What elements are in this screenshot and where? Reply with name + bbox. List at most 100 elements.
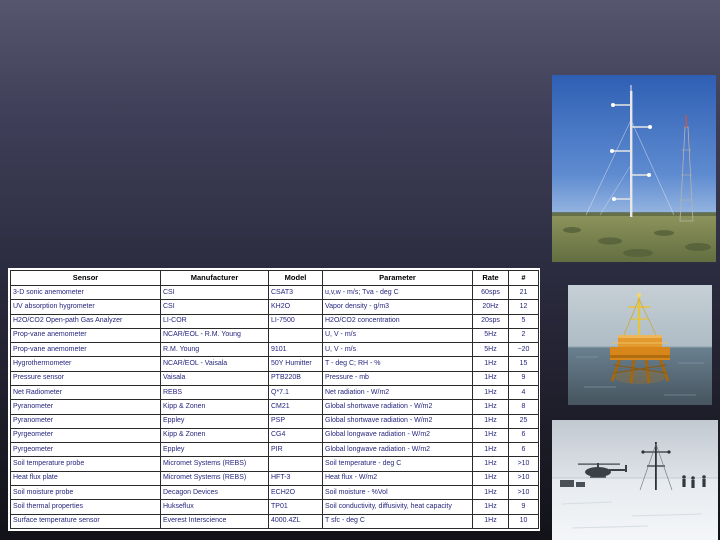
cell-parameter: U, V - m/s <box>322 342 473 358</box>
cell-parameter: H2O/CO2 concentration <box>322 313 473 329</box>
column-header-rate: Rate <box>472 270 509 286</box>
cell-: 6 <box>508 442 539 458</box>
cell-rate: 60sps <box>472 284 509 301</box>
platform-deck <box>610 335 670 360</box>
cell-model: TP01 <box>268 499 323 515</box>
photo-ocean-platform <box>568 285 712 405</box>
cell-parameter: Heat flux - W/m2 <box>322 470 473 486</box>
table-row: Prop-vane anemometer R.M. Young 9101 U, V -… <box>10 342 539 358</box>
ocean-platform-illustration <box>568 285 712 405</box>
cell-: 9 <box>508 370 539 386</box>
cell-sensor: H2O/CO2 Open-path Gas Analyzer <box>10 313 161 329</box>
cell-model <box>268 456 323 472</box>
cell-model: Q*7.1 <box>268 384 323 401</box>
cell-model: 4000.4ZL <box>268 513 323 529</box>
cell-parameter: Soil temperature - deg C <box>322 456 473 472</box>
table-row: Surface temperature sensor Everest Inters… <box>10 513 539 529</box>
column-header-: # <box>508 270 539 286</box>
column-header-model: Model <box>268 270 323 286</box>
cell-manufacturer: Kipp & Zonen <box>160 399 269 415</box>
table-row: Pyranometer Kipp & Zonen CM21 Global shortw… <box>10 399 539 415</box>
cell-parameter: Soil conductivity, diffusivity, heat cap… <box>322 499 473 515</box>
table-row: Hygrothermometer NCAR/EOL - Vaisala 50Y Hu… <box>10 356 539 372</box>
table-row: Soil temperature probe Micromet Systems (… <box>10 456 539 472</box>
cell-model: PTB220B <box>268 370 323 386</box>
cell-manufacturer: Decagon Devices <box>160 484 269 501</box>
slide: Sensor Manufacturer Model Parameter Rate # 3-… <box>0 0 720 540</box>
cell-: 8 <box>508 399 539 415</box>
cell-: 6 <box>508 427 539 444</box>
cell-sensor: Pyranometer <box>10 413 161 429</box>
sensor-table-grid: Sensor Manufacturer Model Parameter Rate # 3-… <box>10 270 539 529</box>
cell-manufacturer: R.M. Young <box>160 342 269 358</box>
cell-rate: 1Hz <box>472 499 509 515</box>
cell-manufacturer: Kipp & Zonen <box>160 427 269 444</box>
table-row: H2O/CO2 Open-path Gas Analyzer LI-COR LI-7… <box>10 313 539 329</box>
cell-rate: 5Hz <box>472 342 509 358</box>
cell-rate: 5Hz <box>472 327 509 344</box>
cell-manufacturer: NCAR/EOL - Vaisala <box>160 356 269 372</box>
cell-: 21 <box>508 284 539 301</box>
cell-rate: 20sps <box>472 313 509 329</box>
table-row: Pressure sensor Vaisala PTB220B Pressure - … <box>10 370 539 386</box>
cell-model: CM21 <box>268 399 323 415</box>
cell-manufacturer: LI-COR <box>160 313 269 329</box>
cell-sensor: Pyranometer <box>10 399 161 415</box>
cell-sensor: Soil thermal properties <box>10 499 161 515</box>
table-row: Net Radiometer REBS Q*7.1 Net radiation - W… <box>10 384 539 401</box>
cell-rate: 1Hz <box>472 470 509 486</box>
cell-model: PIR <box>268 442 323 458</box>
cell-rate: 1Hz <box>472 484 509 501</box>
cell-sensor: Pressure sensor <box>10 370 161 386</box>
cell-manufacturer: CSI <box>160 299 269 315</box>
cell-: >10 <box>508 456 539 472</box>
cell-manufacturer: REBS <box>160 384 269 401</box>
cell-manufacturer: Everest Interscience <box>160 513 269 529</box>
cell-sensor: Soil moisture probe <box>10 484 161 501</box>
cell-parameter: Net radiation - W/m2 <box>322 384 473 401</box>
snow-site-illustration <box>552 420 718 540</box>
cell-: 10 <box>508 513 539 529</box>
cell-model: KH2O <box>268 299 323 315</box>
cell-rate: 1Hz <box>472 384 509 401</box>
cell-manufacturer: Eppley <box>160 413 269 429</box>
cell-manufacturer: Vaisala <box>160 370 269 386</box>
cell-model: 9101 <box>268 342 323 358</box>
cell-: ~20 <box>508 342 539 358</box>
cell-: 12 <box>508 299 539 315</box>
table-row: Heat flux plate Micromet Systems (REBS) HF… <box>10 470 539 486</box>
cell-rate: 1Hz <box>472 370 509 386</box>
table-row: Pyranometer Eppley PSP Global shortwave rad… <box>10 413 539 429</box>
cell-parameter: Pressure - mb <box>322 370 473 386</box>
cell-sensor: Heat flux plate <box>10 470 161 486</box>
cell-parameter: Soil moisture - %Vol <box>322 484 473 501</box>
cell-parameter: Global longwave radiation - W/m2 <box>322 442 473 458</box>
cell-: >10 <box>508 470 539 486</box>
cell-sensor: Prop-vane anemometer <box>10 327 161 344</box>
cell-rate: 1Hz <box>472 442 509 458</box>
cell-parameter: Global shortwave radiation - W/m2 <box>322 399 473 415</box>
cell-sensor: Net Radiometer <box>10 384 161 401</box>
column-header-parameter: Parameter <box>322 270 473 286</box>
cell-sensor: Pyrgeometer <box>10 442 161 458</box>
sensor-table: Sensor Manufacturer Model Parameter Rate # 3-… <box>8 268 540 531</box>
table-header-row: Sensor Manufacturer Model Parameter Rate # <box>10 270 539 286</box>
cell-manufacturer: NCAR/EOL - R.M. Young <box>160 327 269 344</box>
cell-: >10 <box>508 484 539 501</box>
cell-model: HFT-3 <box>268 470 323 486</box>
cell-sensor: Soil temperature probe <box>10 456 161 472</box>
table-row: Pyrgeometer Eppley PIR Global longwave radi… <box>10 442 539 458</box>
cell-parameter: Vapor density - g/m3 <box>322 299 473 315</box>
column-header-sensor: Sensor <box>10 270 161 286</box>
cell-rate: 20Hz <box>472 299 509 315</box>
cell-rate: 1Hz <box>472 413 509 429</box>
cell-parameter: u,v,w - m/s; Tva - deg C <box>322 284 473 301</box>
cell-manufacturer: Micromet Systems (REBS) <box>160 470 269 486</box>
cell-: 9 <box>508 499 539 515</box>
cell-rate: 1Hz <box>472 356 509 372</box>
cell-manufacturer: Hukseflux <box>160 499 269 515</box>
cell-sensor: Hygrothermometer <box>10 356 161 372</box>
table-row: Soil moisture probe Decagon Devices ECH2O S… <box>10 484 539 501</box>
cell-parameter: T - deg C; RH - % <box>322 356 473 372</box>
cell-parameter: U, V - m/s <box>322 327 473 344</box>
